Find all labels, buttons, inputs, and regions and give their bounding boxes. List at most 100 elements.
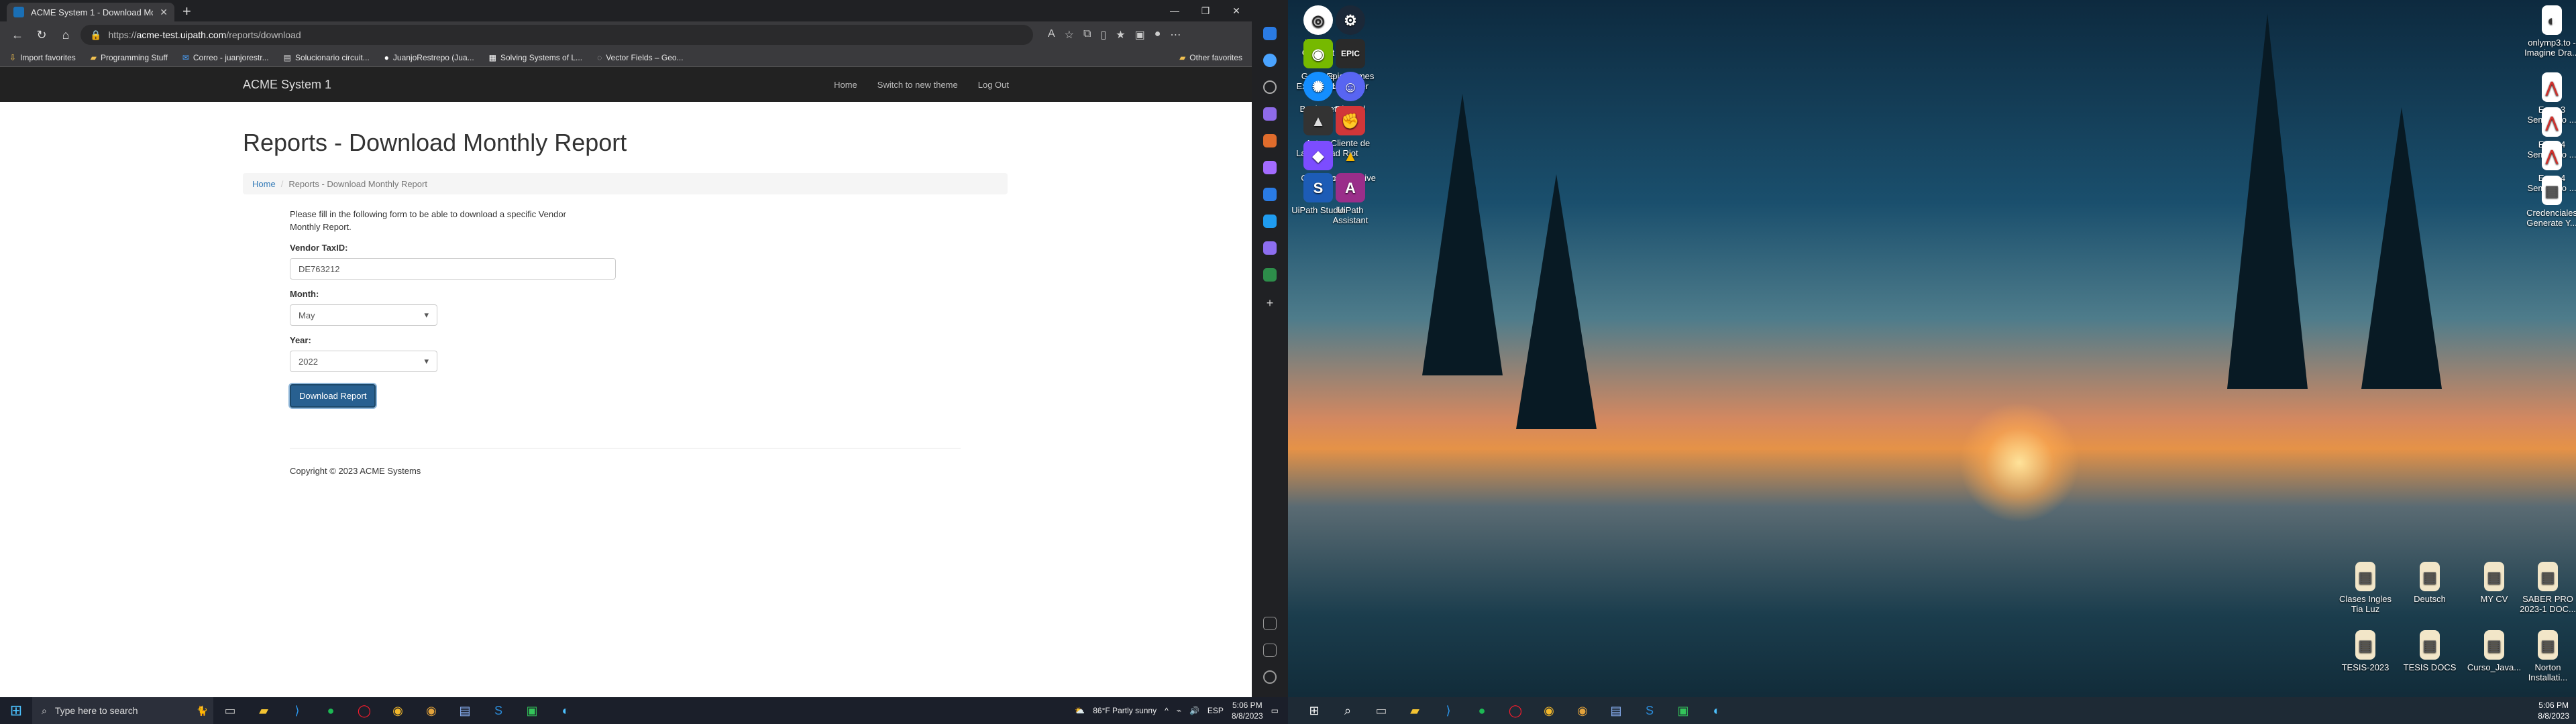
extensions-icon[interactable]: ⧉ (1083, 28, 1091, 42)
epic-icon: EPIC (1336, 39, 1365, 68)
opera-icon[interactable]: ◯ (1499, 697, 1532, 724)
favorite-item-import[interactable]: ⇩ Import favorites (9, 53, 76, 62)
download-report-button[interactable]: Download Report (290, 384, 376, 408)
copilot-icon[interactable] (1263, 54, 1277, 67)
favorite-item-solucionario[interactable]: ▤ Solucionario circuit... (284, 53, 370, 62)
clock[interactable]: 5:06 PM 8/8/2023 (1232, 700, 1263, 721)
favorite-item-correo[interactable]: ✉ Correo - juanjorestr... (182, 53, 269, 62)
collections-icon[interactable]: ▣ (1135, 28, 1145, 42)
show-hidden-icon[interactable]: ^ (1165, 706, 1169, 715)
url-field[interactable]: 🔒 https://acme-test.uipath.com/reports/d… (80, 25, 1033, 45)
nav-switch-theme-link[interactable]: Switch to new theme (877, 80, 958, 90)
edge-icon[interactable]: ◐ (549, 697, 582, 724)
pdf-icon: ⋀ (2542, 107, 2562, 137)
windows-start-icon[interactable]: ⊞ (0, 702, 32, 719)
favorite-item-github[interactable]: ● JuanjoRestrepo (Jua... (384, 53, 474, 62)
language-indicator[interactable]: ESP (1208, 706, 1224, 715)
nav-logout-link[interactable]: Log Out (978, 80, 1009, 90)
site-brand[interactable]: ACME System 1 (243, 78, 331, 92)
desktop-icon-curso-java[interactable]: ▤ Curso_Java... (2466, 630, 2522, 672)
favorite-star-icon[interactable]: ☆ (1065, 28, 1074, 42)
office-icon[interactable] (1263, 188, 1277, 201)
desktop-icon-clases-ingles[interactable]: ▤ Clases Ingles Tia Luz (2337, 562, 2394, 614)
uipath-icon[interactable]: S (1633, 697, 1666, 724)
shopping-icon[interactable] (1263, 107, 1277, 121)
breadcrumb-home-link[interactable]: Home (252, 179, 276, 189)
home-icon[interactable]: ⌂ (56, 28, 75, 42)
desktop-icon-saber-pro[interactable]: ▤ SABER PRO 2023-1 DOC... (2520, 562, 2576, 614)
bing-icon[interactable] (1263, 27, 1277, 40)
windows-start-icon[interactable]: ⊞ (1297, 697, 1331, 724)
vscode-icon[interactable]: ⟩ (1432, 697, 1465, 724)
notepad-icon[interactable]: ▤ (1599, 697, 1633, 724)
uipath-icon[interactable]: S (482, 697, 515, 724)
desktop-icon-tesis-docs[interactable]: ▤ TESIS DOCS (2402, 630, 2458, 672)
profile-avatar-icon[interactable]: ● (1155, 28, 1161, 42)
task-view-icon[interactable]: ▭ (213, 697, 247, 724)
notepad-icon[interactable]: ▤ (448, 697, 482, 724)
file-explorer-icon[interactable]: ▰ (247, 697, 280, 724)
month-select[interactable]: May ▾ (290, 304, 437, 326)
vscode-icon[interactable]: ⟩ (280, 697, 314, 724)
volume-icon[interactable]: 🔊 (1189, 706, 1199, 715)
browser-tab-active[interactable]: ACME System 1 - Download Mo... ✕ (7, 3, 174, 21)
desktop-icon-deutsch[interactable]: ▤ Deutsch (2402, 562, 2458, 604)
favorite-item-programming[interactable]: ▰ Programming Stuff (91, 53, 168, 62)
refresh-icon[interactable]: ↻ (32, 28, 51, 42)
back-icon[interactable]: ← (8, 28, 27, 42)
new-tab-button[interactable]: + (182, 3, 191, 21)
tools-icon[interactable] (1263, 134, 1277, 147)
desktop-icon-tesis-2023[interactable]: ▤ TESIS-2023 (2337, 630, 2394, 672)
desktop-icon-credenciales[interactable]: ▤ Credenciales Generate Y... (2524, 176, 2576, 228)
network-icon[interactable]: ⌁ (1177, 706, 1181, 715)
favorites-icon[interactable]: ★ (1116, 28, 1125, 42)
desktop-icon-my-cv[interactable]: ▤ MY CV (2466, 562, 2522, 604)
chrome-profile-icon[interactable]: ◉ (415, 697, 448, 724)
nav-home-link[interactable]: Home (834, 80, 857, 90)
minimize-icon[interactable]: — (1159, 0, 1190, 21)
favorite-item-vector[interactable]: ◌ Vector Fields – Geo... (597, 53, 684, 62)
clock[interactable]: 5:06 PM 8/8/2023 (2538, 700, 2569, 721)
add-icon[interactable]: + (1263, 296, 1277, 310)
favorite-label: Solucionario circuit... (294, 52, 370, 62)
opera-icon[interactable]: ◯ (347, 697, 381, 724)
maximize-icon[interactable]: ❐ (1190, 0, 1221, 21)
sidebar-toggle-icon[interactable] (1263, 617, 1277, 630)
split-screen-icon[interactable]: ▯ (1100, 28, 1106, 42)
other-favorites[interactable]: ▰ Other favorites (1179, 53, 1242, 62)
favorite-item-systems[interactable]: ▦ Solving Systems of L... (489, 53, 582, 62)
close-window-icon[interactable]: ✕ (1221, 0, 1252, 21)
more-menu-icon[interactable]: ⋯ (1170, 28, 1181, 42)
year-select[interactable]: 2022 ▾ (290, 351, 437, 372)
external-link-icon[interactable] (1263, 644, 1277, 657)
search-icon[interactable]: ⌕ (1331, 697, 1364, 724)
taskbar-search[interactable]: ⌕ Type here to search 🐈 (32, 697, 213, 724)
task-view-icon[interactable]: ▭ (1364, 697, 1398, 724)
file-explorer-icon[interactable]: ▰ (1398, 697, 1432, 724)
desktop-icon-uipath-assistant[interactable]: A UiPath Assistant (1322, 173, 1379, 225)
chrome-profile-icon[interactable]: ◉ (1566, 697, 1599, 724)
vendor-taxid-input[interactable]: DE763212 (290, 258, 616, 280)
weather-text[interactable]: 86°F Partly sunny (1093, 706, 1157, 715)
close-tab-icon[interactable]: ✕ (160, 7, 168, 18)
browser-toolbar: A ☆ ⧉ ▯ ★ ▣ ● ⋯ (1048, 28, 1181, 42)
read-aloud-icon[interactable]: A (1048, 28, 1055, 42)
wallpaper-tree (2227, 13, 2308, 389)
designer-icon[interactable] (1263, 241, 1277, 255)
outlook-icon[interactable] (1263, 215, 1277, 228)
games-icon[interactable] (1263, 161, 1277, 174)
spotify-icon[interactable]: ● (1465, 697, 1499, 724)
edge-icon[interactable]: ◐ (1700, 697, 1733, 724)
notifications-icon[interactable]: ▭ (1271, 706, 1279, 715)
drop-icon[interactable] (1263, 268, 1277, 282)
spotify-icon[interactable]: ● (314, 697, 347, 724)
settings-icon[interactable] (1263, 670, 1277, 684)
chrome-icon[interactable]: ◉ (1532, 697, 1566, 724)
desktop-icon-onlymp3[interactable]: ◐ onlymp3.to - Imagine Dra... (2524, 5, 2576, 58)
terminal-icon[interactable]: ▣ (1666, 697, 1700, 724)
desktop-icon-norton[interactable]: ▤ Norton Installati... (2520, 630, 2576, 682)
edge-sidebar: + (1252, 0, 1288, 724)
terminal-icon[interactable]: ▣ (515, 697, 549, 724)
chrome-icon[interactable]: ◉ (381, 697, 415, 724)
search-icon[interactable] (1263, 80, 1277, 94)
